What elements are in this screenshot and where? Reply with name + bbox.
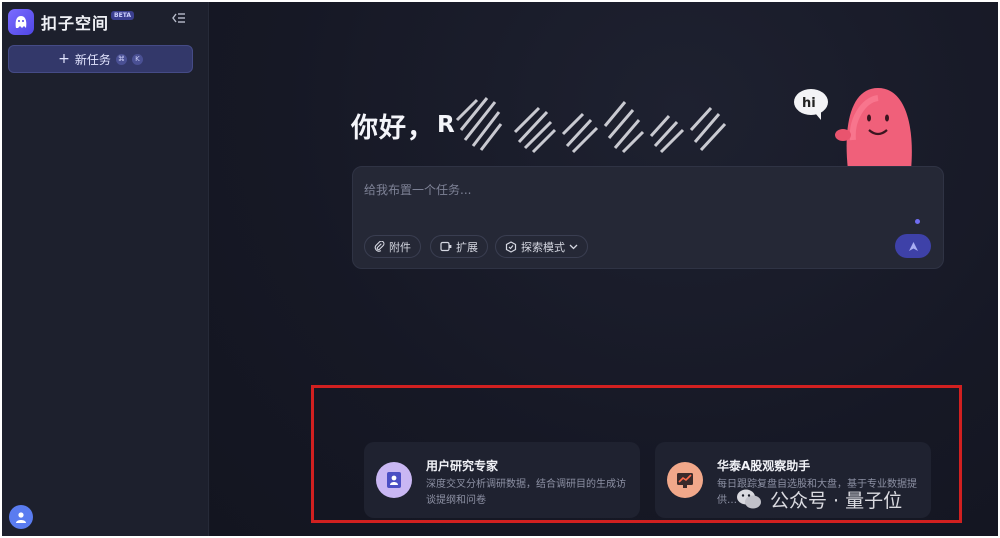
logo-row: 扣子空间 BETA bbox=[8, 8, 134, 36]
send-arrow-icon bbox=[908, 241, 918, 251]
username-text: R bbox=[437, 112, 455, 138]
mascot-speech: hi bbox=[802, 96, 816, 111]
status-dot bbox=[915, 219, 920, 224]
send-button[interactable] bbox=[895, 234, 931, 258]
shortcut-key-cmd: ⌘ bbox=[115, 53, 127, 65]
main-area: 你好， R hi 给我布置一个任务... 附件 扩展 探索模式 用户研究专家 深… bbox=[210, 2, 998, 536]
expert-card-desc: 深度交叉分析调研数据，结合调研目的生成访谈提纲和问卷 bbox=[426, 479, 626, 506]
stock-chart-icon bbox=[667, 462, 703, 498]
task-input[interactable] bbox=[364, 179, 924, 201]
redaction-scribble bbox=[455, 97, 727, 154]
user-icon bbox=[16, 512, 26, 523]
expert-card-user-research[interactable]: 用户研究专家 深度交叉分析调研数据，结合调研目的生成访谈提纲和问卷 bbox=[364, 442, 640, 518]
explore-mode-dropdown[interactable]: 探索模式 bbox=[495, 235, 588, 258]
plus-icon: + bbox=[58, 51, 70, 67]
extension-icon bbox=[440, 241, 452, 252]
app-name: 扣子空间 bbox=[41, 14, 110, 33]
wechat-icon bbox=[737, 489, 761, 509]
watermark: 公众号 · 量子位 bbox=[735, 482, 902, 516]
expert-card-title: 华泰A股观察助手 bbox=[717, 459, 811, 473]
app-logo-icon bbox=[8, 9, 34, 35]
app-window: 扣子空间 BETA + 新任务 ⌘ K 你好， R hi 给我布置一个任务...… bbox=[2, 2, 998, 536]
extend-button[interactable]: 扩展 bbox=[430, 235, 488, 258]
mascot-icon: hi bbox=[794, 88, 912, 170]
greeting-text: 你好， bbox=[351, 112, 435, 144]
paperclip-icon bbox=[374, 241, 385, 252]
explore-icon bbox=[505, 240, 517, 253]
collapse-sidebar-icon bbox=[172, 13, 185, 23]
collapse-sidebar-button[interactable] bbox=[170, 12, 188, 30]
sidebar: 扣子空间 BETA + 新任务 ⌘ K bbox=[2, 2, 209, 536]
attach-label: 附件 bbox=[389, 240, 411, 254]
new-task-label: 新任务 bbox=[74, 52, 111, 67]
chevron-down-icon bbox=[569, 244, 578, 249]
new-task-button[interactable]: + 新任务 ⌘ K bbox=[8, 45, 193, 73]
greeting-row: 你好， R bbox=[351, 105, 455, 145]
watermark-text: 公众号 · 量子位 bbox=[770, 489, 903, 512]
explore-mode-label: 探索模式 bbox=[521, 240, 565, 254]
user-avatar[interactable] bbox=[9, 505, 33, 529]
user-research-icon bbox=[376, 462, 412, 498]
expert-card-title: 用户研究专家 bbox=[426, 459, 499, 473]
beta-badge: BETA bbox=[111, 10, 134, 20]
task-input-card: 附件 扩展 探索模式 bbox=[352, 166, 944, 269]
attach-button[interactable]: 附件 bbox=[364, 235, 421, 258]
extend-label: 扩展 bbox=[456, 240, 478, 254]
shortcut-key-k: K bbox=[131, 53, 143, 65]
